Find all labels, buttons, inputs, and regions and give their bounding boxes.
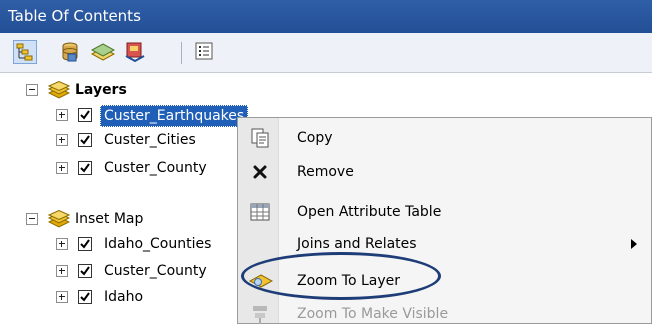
data-frame-label: Layers <box>75 82 127 98</box>
menu-item-copy[interactable]: Copy <box>238 120 651 156</box>
layer-row[interactable]: Idaho_Counties <box>56 232 236 256</box>
menu-item-label: Joins and Relates <box>297 236 417 252</box>
layer-label[interactable]: Custer_County <box>104 259 207 283</box>
layer-label[interactable]: Custer_Cities <box>104 128 196 152</box>
collapse-icon[interactable] <box>26 84 38 96</box>
menu-item-label: Zoom To Make Visible <box>297 306 449 322</box>
toc-toolbar <box>0 33 652 73</box>
menu-item-label: Open Attribute Table <box>297 204 442 220</box>
layer-visibility-checkbox[interactable] <box>78 133 92 147</box>
expand-icon[interactable] <box>56 162 68 174</box>
layer-visibility-checkbox[interactable] <box>78 108 92 122</box>
layer-visibility-checkbox[interactable] <box>78 264 92 278</box>
copy-icon <box>249 127 271 149</box>
expand-icon[interactable] <box>56 265 68 277</box>
expand-icon[interactable] <box>56 238 68 250</box>
data-frame-inset-map[interactable]: Inset Map <box>26 207 246 231</box>
layer-visibility-checkbox[interactable] <box>78 290 92 304</box>
list-by-selection-icon[interactable] <box>123 40 147 64</box>
layer-label[interactable]: Idaho <box>104 285 143 309</box>
layer-row[interactable]: Idaho <box>56 285 236 309</box>
layer-visibility-checkbox[interactable] <box>78 161 92 175</box>
layer-row[interactable]: Custer_County <box>56 259 236 283</box>
table-icon <box>249 201 271 223</box>
menu-item-zoom-to-layer[interactable]: Zoom To Layer <box>238 263 651 299</box>
menu-item-label: Zoom To Layer <box>297 273 401 289</box>
list-by-visibility-icon[interactable] <box>90 40 116 64</box>
menu-item-joins-and-relates[interactable]: Joins and Relates <box>238 226 651 262</box>
data-frame-label: Inset Map <box>75 211 144 227</box>
layer-label-selected[interactable]: Custer_Earthquakes <box>100 105 249 127</box>
toc-title-bar: Table Of Contents <box>0 0 652 33</box>
layer-context-menu: Copy Remove Open Attribute Table Joins a… <box>237 117 652 324</box>
toolbar-separator <box>181 42 182 64</box>
window-title: Table Of Contents <box>8 7 141 25</box>
zoom-to-layer-icon <box>248 270 274 292</box>
collapse-icon[interactable] <box>26 213 38 225</box>
options-icon[interactable] <box>193 40 217 64</box>
layer-label[interactable]: Custer_County <box>104 156 207 180</box>
menu-item-remove[interactable]: Remove <box>238 154 651 190</box>
menu-item-open-attribute-table[interactable]: Open Attribute Table <box>238 194 651 230</box>
expand-icon[interactable] <box>56 291 68 303</box>
submenu-arrow-icon <box>631 239 637 249</box>
menu-item-label: Remove <box>297 164 354 180</box>
menu-item-zoom-to-make-visible[interactable]: Zoom To Make Visible <box>238 296 651 332</box>
zoom-to-make-visible-icon <box>249 303 271 325</box>
list-by-source-icon[interactable] <box>58 40 82 64</box>
expand-icon[interactable] <box>56 134 68 146</box>
data-frame-layers[interactable]: Layers <box>26 78 246 102</box>
layer-visibility-checkbox[interactable] <box>78 237 92 251</box>
remove-x-icon <box>249 161 271 183</box>
expand-icon[interactable] <box>56 109 68 121</box>
list-by-drawing-order-icon[interactable] <box>13 40 37 64</box>
menu-item-label: Copy <box>297 130 333 146</box>
layer-label[interactable]: Idaho_Counties <box>104 232 211 256</box>
